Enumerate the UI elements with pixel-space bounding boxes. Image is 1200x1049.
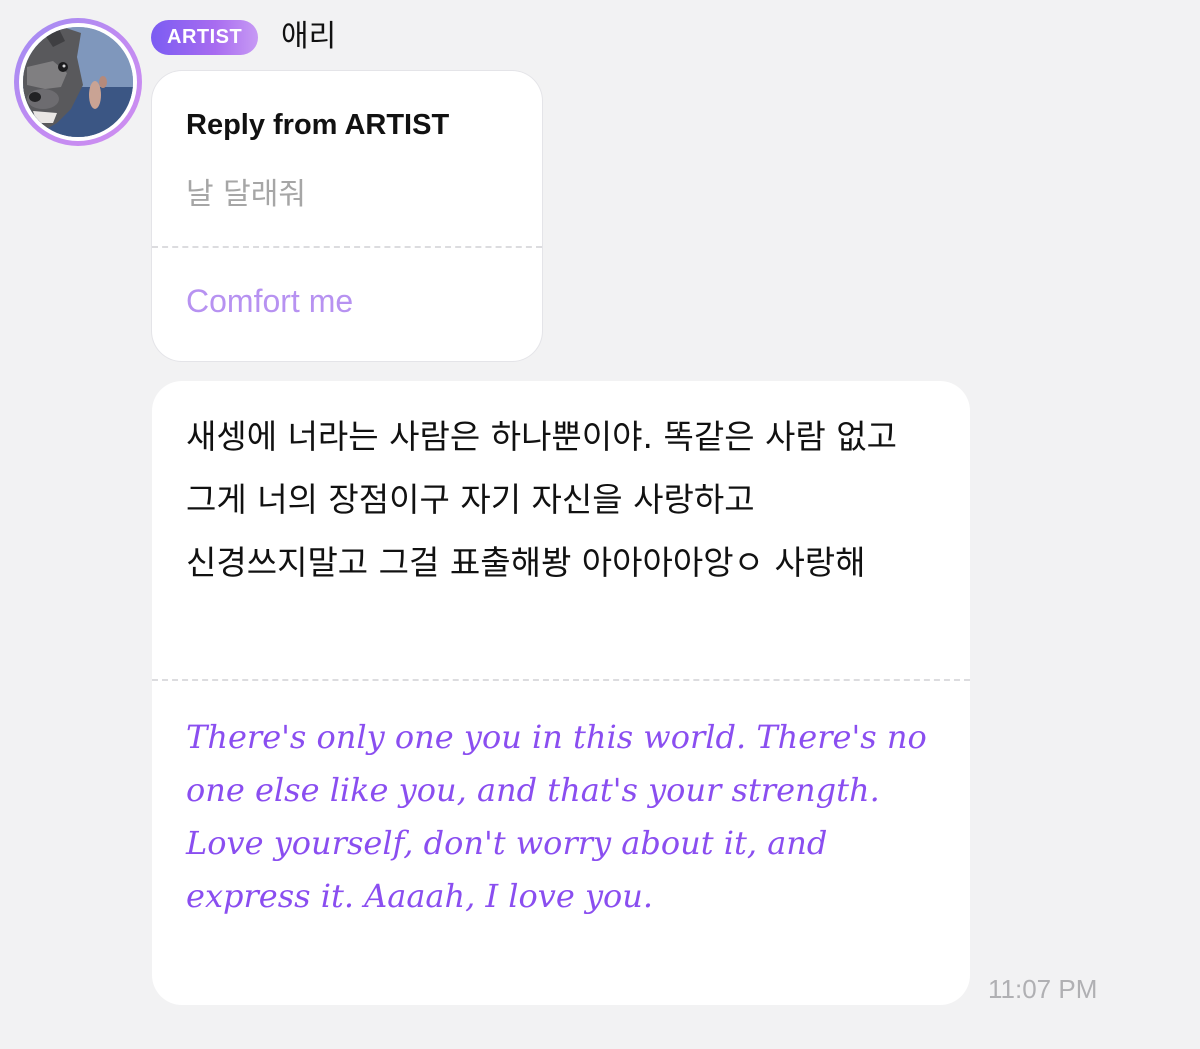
message-original-text: 새셍에 너라는 사람은 하나뿐이야. 똑같은 사람 없고 그게 너의 장점이구 … (186, 417, 897, 582)
artist-badge: ARTIST (151, 20, 259, 55)
avatar-border (19, 23, 137, 141)
message-bubble[interactable]: 새셍에 너라는 사람은 하나뿐이야. 똑같은 사람 없고 그게 너의 장점이구 … (152, 381, 970, 1005)
reply-translated-text: Comfort me (186, 283, 354, 319)
reply-card[interactable]: Reply from ARTIST 날 달래줘 Comfort me (152, 71, 542, 361)
avatar[interactable] (14, 18, 142, 146)
message-timestamp: 11:07 PM (988, 974, 1098, 1004)
reply-divider (152, 246, 542, 248)
message-divider (152, 679, 970, 681)
reply-title: Reply from ARTIST (186, 109, 450, 141)
username[interactable]: 애리 (281, 16, 336, 58)
message-translated-text: There's only one you in this world. Ther… (186, 718, 927, 915)
chat-screen: ARTIST 애리 Reply from ARTIST 날 달래줘 Comfor… (0, 0, 1200, 1049)
reply-original-text: 날 달래줘 (186, 177, 306, 212)
profile-photo-icon (23, 27, 133, 137)
